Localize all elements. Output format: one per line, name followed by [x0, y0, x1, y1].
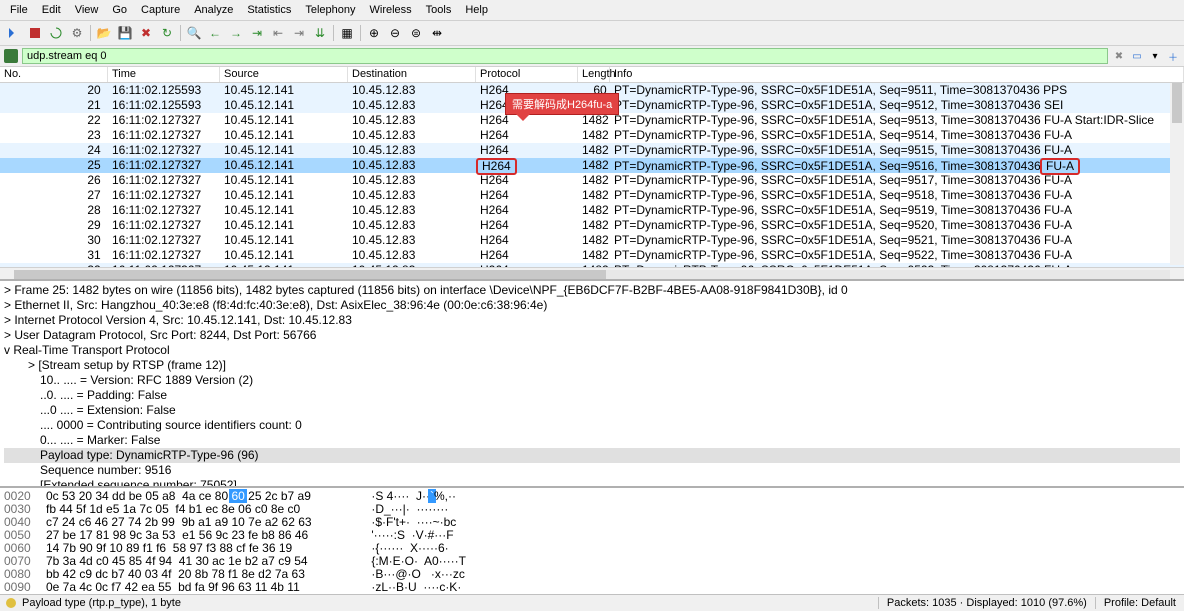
start-capture-icon[interactable]: [4, 23, 24, 43]
col-header-info[interactable]: Info: [610, 67, 1184, 82]
hex-row[interactable]: 0040c7 24 c6 46 27 74 2b 99 9b a1 a9 10 …: [4, 516, 1180, 529]
go-back-icon[interactable]: ←: [205, 23, 225, 43]
packet-bytes-pane[interactable]: 00200c 53 20 34 dd be 05 a8 4a ce 80 60 …: [0, 488, 1184, 594]
col-header-time[interactable]: Time: [108, 67, 220, 82]
table-row[interactable]: 22 16:11:02.12732710.45.12.14110.45.12.8…: [0, 113, 1184, 128]
menu-go[interactable]: Go: [106, 2, 133, 18]
save-file-icon[interactable]: 💾: [115, 23, 135, 43]
restart-capture-icon[interactable]: [46, 23, 66, 43]
menu-telephony[interactable]: Telephony: [299, 2, 361, 18]
tree-ethernet[interactable]: Ethernet II, Src: Hangzhou_40:3e:e8 (f8:…: [4, 298, 1180, 313]
stop-capture-icon[interactable]: [25, 23, 45, 43]
tree-frame[interactable]: Frame 25: 1482 bytes on wire (11856 bits…: [4, 283, 1180, 298]
tree-extseq[interactable]: [Extended sequence number: 75052]: [4, 478, 1180, 488]
hex-row[interactable]: 00200c 53 20 34 dd be 05 a8 4a ce 80 60 …: [4, 490, 1180, 503]
tree-stream-setup[interactable]: [Stream setup by RTSP (frame 12)]: [4, 358, 1180, 373]
recent-filters-icon[interactable]: ▾: [1148, 49, 1162, 63]
status-packets: Packets: 1035 · Displayed: 1010 (97.6%): [878, 597, 1095, 609]
table-row[interactable]: 29 16:11:02.12732710.45.12.14110.45.12.8…: [0, 218, 1184, 233]
col-header-length[interactable]: Length: [578, 67, 610, 82]
tree-payload-type[interactable]: Payload type: DynamicRTP-Type-96 (96): [4, 448, 1180, 463]
resize-columns-icon[interactable]: ⇹: [427, 23, 447, 43]
tree-marker[interactable]: 0... .... = Marker: False: [4, 433, 1180, 448]
filter-bar: ✖ ▭ ▾ ＋: [0, 46, 1184, 67]
tree-extension[interactable]: ...0 .... = Extension: False: [4, 403, 1180, 418]
tree-ip[interactable]: Internet Protocol Version 4, Src: 10.45.…: [4, 313, 1180, 328]
table-row[interactable]: 28 16:11:02.12732710.45.12.14110.45.12.8…: [0, 203, 1184, 218]
col-header-protocol[interactable]: Protocol: [476, 67, 578, 82]
col-header-no[interactable]: No.: [0, 67, 108, 82]
menubar: File Edit View Go Capture Analyze Statis…: [0, 0, 1184, 21]
clear-filter-icon[interactable]: ✖: [1112, 49, 1126, 63]
open-file-icon[interactable]: 📂: [94, 23, 114, 43]
table-row[interactable]: 25 16:11:02.12732710.45.12.14110.45.12.8…: [0, 158, 1184, 173]
add-filter-icon[interactable]: ＋: [1166, 49, 1180, 63]
autoscroll-icon[interactable]: ⇊: [310, 23, 330, 43]
table-row[interactable]: 26 16:11:02.12732710.45.12.14110.45.12.8…: [0, 173, 1184, 188]
capture-options-icon[interactable]: ⚙: [67, 23, 87, 43]
menu-help[interactable]: Help: [459, 2, 494, 18]
table-row[interactable]: 30 16:11:02.12732710.45.12.14110.45.12.8…: [0, 233, 1184, 248]
menu-view[interactable]: View: [69, 2, 105, 18]
menu-tools[interactable]: Tools: [420, 2, 458, 18]
menu-statistics[interactable]: Statistics: [241, 2, 297, 18]
zoom-in-icon[interactable]: ⊕: [364, 23, 384, 43]
status-field: Payload type (rtp.p_type), 1 byte: [22, 597, 181, 609]
hex-row[interactable]: 00900e 7a 4c 0c f7 42 ea 55 bd fa 9f 96 …: [4, 581, 1180, 594]
hex-row[interactable]: 006014 7b 90 9f 10 89 f1 f6 58 97 f3 88 …: [4, 542, 1180, 555]
zoom-out-icon[interactable]: ⊖: [385, 23, 405, 43]
tree-rtp[interactable]: Real-Time Transport Protocol: [4, 343, 1180, 358]
menu-capture[interactable]: Capture: [135, 2, 186, 18]
tree-cc[interactable]: .... 0000 = Contributing source identifi…: [4, 418, 1180, 433]
bookmark-icon[interactable]: [4, 49, 18, 63]
table-row[interactable]: 31 16:11:02.12732710.45.12.14110.45.12.8…: [0, 248, 1184, 263]
first-packet-icon[interactable]: ⇤: [268, 23, 288, 43]
col-header-destination[interactable]: Destination: [348, 67, 476, 82]
menu-edit[interactable]: Edit: [36, 2, 67, 18]
zoom-reset-icon[interactable]: ⊜: [406, 23, 426, 43]
hex-row[interactable]: 0030fb 44 5f 1d e5 1a 7c 05 f4 b1 ec 8e …: [4, 503, 1180, 516]
status-profile[interactable]: Profile: Default: [1095, 597, 1184, 609]
packet-list-pane: 需要解码成H264fu-a No. Time Source Destinatio…: [0, 67, 1184, 281]
tree-padding[interactable]: ..0. .... = Padding: False: [4, 388, 1180, 403]
table-row[interactable]: 27 16:11:02.12732710.45.12.14110.45.12.8…: [0, 188, 1184, 203]
go-to-packet-icon[interactable]: ⇥: [247, 23, 267, 43]
horizontal-scrollbar[interactable]: [0, 267, 1184, 281]
hex-row[interactable]: 0080bb 42 c9 dc b7 40 03 4f 20 8b 78 f1 …: [4, 568, 1180, 581]
go-forward-icon[interactable]: →: [226, 23, 246, 43]
colorize-icon[interactable]: ▦: [337, 23, 357, 43]
close-file-icon[interactable]: ✖: [136, 23, 156, 43]
toolbar: ⚙ 📂 💾 ✖ ↻ 🔍 ← → ⇥ ⇤ ⇥ ⇊ ▦ ⊕ ⊖ ⊜ ⇹: [0, 21, 1184, 46]
vertical-scrollbar[interactable]: [1170, 83, 1184, 265]
status-bar: Payload type (rtp.p_type), 1 byte Packet…: [0, 594, 1184, 611]
menu-wireless[interactable]: Wireless: [364, 2, 418, 18]
packet-list-header: No. Time Source Destination Protocol Len…: [0, 67, 1184, 83]
find-packet-icon[interactable]: 🔍: [184, 23, 204, 43]
last-packet-icon[interactable]: ⇥: [289, 23, 309, 43]
menu-file[interactable]: File: [4, 2, 34, 18]
hex-row[interactable]: 005027 be 17 81 98 9c 3a 53 e1 56 9c 23 …: [4, 529, 1180, 542]
reload-icon[interactable]: ↻: [157, 23, 177, 43]
apply-filter-icon[interactable]: ▭: [1130, 49, 1144, 63]
menu-analyze[interactable]: Analyze: [188, 2, 239, 18]
tree-version[interactable]: 10.. .... = Version: RFC 1889 Version (2…: [4, 373, 1180, 388]
hex-row[interactable]: 00707b 3a 4d c0 45 85 4f 94 41 30 ac 1e …: [4, 555, 1180, 568]
tree-seqnum[interactable]: Sequence number: 9516: [4, 463, 1180, 478]
annotation-callout: 需要解码成H264fu-a: [505, 93, 619, 115]
table-row[interactable]: 23 16:11:02.12732710.45.12.14110.45.12.8…: [0, 128, 1184, 143]
table-row[interactable]: 24 16:11:02.12732710.45.12.14110.45.12.8…: [0, 143, 1184, 158]
expert-info-icon[interactable]: [6, 598, 16, 608]
packet-details-pane[interactable]: Frame 25: 1482 bytes on wire (11856 bits…: [0, 281, 1184, 488]
col-header-source[interactable]: Source: [220, 67, 348, 82]
tree-udp[interactable]: User Datagram Protocol, Src Port: 8244, …: [4, 328, 1180, 343]
display-filter-input[interactable]: [22, 48, 1108, 64]
